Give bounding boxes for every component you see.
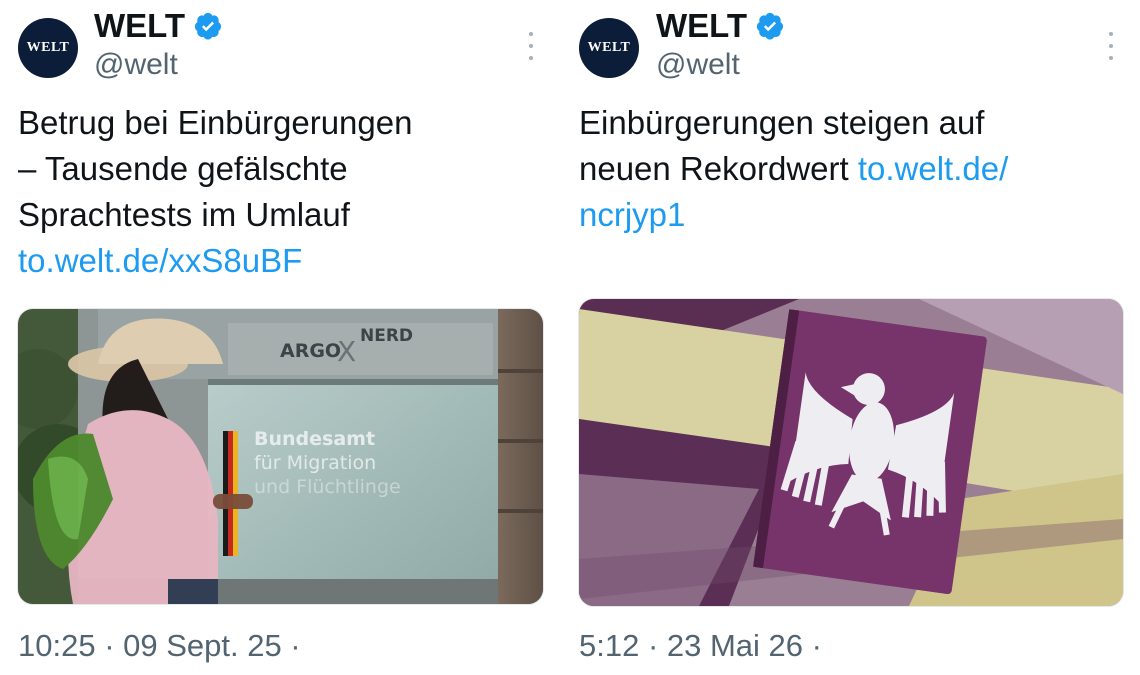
avatar[interactable]: WELT (579, 18, 639, 78)
more-dot-icon (529, 44, 533, 48)
more-options-button[interactable] (1104, 32, 1118, 60)
author-name-row[interactable]: WELT (656, 6, 785, 46)
tweet-card[interactable]: WELT WELT @welt Betrug bei Einbürgerunge… (0, 0, 558, 675)
agency-name-line: Bundesamt (254, 428, 375, 450)
more-options-button[interactable] (524, 32, 538, 60)
tweet-photo[interactable]: ARGO X NERD Bundesamt für Migration und … (17, 308, 544, 605)
author-display-name[interactable]: WELT (94, 7, 185, 45)
avatar[interactable]: WELT (18, 18, 78, 78)
more-dot-icon (1109, 56, 1113, 60)
agency-name-line: für Migration (254, 452, 376, 474)
tweet-link[interactable]: to.welt.de/ (858, 150, 1008, 187)
tweet-timestamp[interactable]: 5:12 · 23 Mai 26 · (579, 628, 822, 664)
tweet-photo[interactable] (578, 298, 1124, 607)
more-dot-icon (529, 56, 533, 60)
more-dot-icon (1109, 32, 1113, 36)
avatar-logo-text: WELT (26, 40, 70, 55)
avatar-logo-text: WELT (587, 40, 631, 55)
agency-name-line: und Flüchtlinge (254, 476, 401, 498)
sign-brand-x: X (337, 335, 356, 368)
author-handle[interactable]: @welt (94, 48, 178, 82)
verified-badge-icon (194, 12, 222, 40)
office-building-photo: ARGO X NERD Bundesamt für Migration und … (18, 309, 543, 604)
more-dot-icon (529, 32, 533, 36)
author-handle[interactable]: @welt (656, 48, 740, 82)
tweet-text: Einbürgerungen steigen auf neuen Rekordw… (579, 100, 1129, 238)
tweet-text-line: Betrug bei Einbürgerungen (18, 104, 413, 141)
passport-book (753, 309, 987, 595)
more-dot-icon (1109, 44, 1113, 48)
tweet-link[interactable]: to.welt.de/xxS8uBF (18, 242, 302, 279)
tweet-timestamp[interactable]: 10:25 · 09 Sept. 25 · (18, 628, 301, 664)
tweet-text: Betrug bei Einbürgerungen – Tausende gef… (18, 100, 548, 284)
tweet-card[interactable]: WELT WELT @welt Einbürgerungen steigen a… (562, 0, 1140, 675)
verified-badge-icon (756, 12, 784, 40)
sign-brand-right: NERD (360, 326, 413, 346)
german-passport-photo (579, 299, 1123, 606)
tweet-text-line: neuen Rekordwert (579, 150, 858, 187)
tweet-text-line: Sprachtests im Umlauf (18, 196, 350, 233)
tweet-text-line: Einbürgerungen steigen auf (579, 104, 985, 141)
tweet-link[interactable]: ncrjyp1 (579, 196, 685, 233)
author-name-row[interactable]: WELT (94, 6, 223, 46)
author-display-name[interactable]: WELT (656, 7, 747, 45)
tweet-text-line: – Tausende gefälschte (18, 150, 348, 187)
sign-brand-left: ARGO (280, 340, 341, 362)
